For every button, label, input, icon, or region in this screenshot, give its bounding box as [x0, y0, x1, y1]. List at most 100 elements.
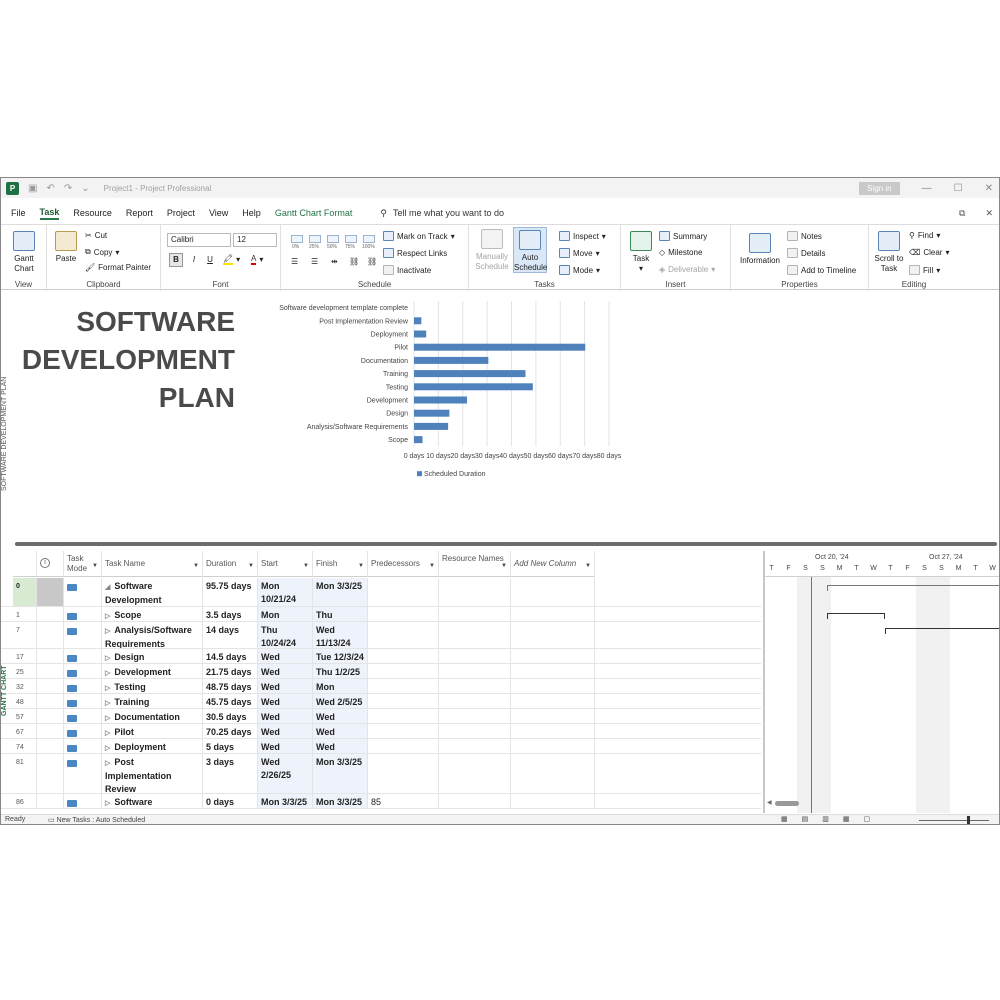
underline-button[interactable]: U: [203, 253, 217, 267]
header-task-name[interactable]: Task Name ▼: [102, 551, 203, 577]
row-id[interactable]: 86: [13, 794, 37, 808]
restore-button[interactable]: ☐: [954, 183, 963, 194]
task-name-cell[interactable]: ▷ Testing: [102, 679, 203, 693]
task-mode-cell[interactable]: [64, 709, 102, 723]
unlink-button[interactable]: ⛓: [367, 257, 377, 266]
expand-icon[interactable]: ▷: [105, 730, 110, 737]
table-row[interactable]: 1 ▷ Scope 3.5 daysMon 10/21/24Thu 10/24/24: [1, 607, 761, 622]
sign-in-button[interactable]: Sign in: [859, 181, 900, 195]
duration-cell[interactable]: 14.5 days: [203, 649, 258, 663]
scope-bar[interactable]: [827, 613, 885, 614]
new-column-cell[interactable]: [511, 694, 595, 708]
task-mode-cell[interactable]: [64, 679, 102, 693]
duration-cell[interactable]: 95.75 days: [203, 578, 258, 606]
duration-cell[interactable]: 3 days: [203, 754, 258, 793]
duration-cell[interactable]: 70.25 days: [203, 724, 258, 738]
expand-icon[interactable]: ▷: [105, 715, 110, 722]
task-name-cell[interactable]: ▷ Documentation: [102, 709, 203, 723]
task-mode-cell[interactable]: [64, 724, 102, 738]
indicator-cell[interactable]: [37, 739, 64, 753]
predecessors-cell[interactable]: [368, 607, 439, 621]
predecessors-cell[interactable]: [368, 694, 439, 708]
predecessors-cell[interactable]: [368, 754, 439, 793]
expand-icon[interactable]: ▷: [105, 613, 110, 620]
new-column-cell[interactable]: [511, 679, 595, 693]
ribbon-close-icon[interactable]: ✕: [985, 208, 993, 219]
task-mode-cell[interactable]: [64, 607, 102, 621]
indicator-cell[interactable]: [37, 754, 64, 793]
resource-names-cell[interactable]: [439, 794, 511, 808]
resource-names-cell[interactable]: [439, 694, 511, 708]
task-name-cell[interactable]: ▷ Software: [102, 794, 203, 808]
tab-help[interactable]: Help: [242, 208, 261, 218]
duration-cell[interactable]: 14 days: [203, 622, 258, 648]
task-mode-cell[interactable]: [64, 739, 102, 753]
table-row[interactable]: 67 ▷ Pilot 70.25 daysWed 11/13/24Wed 2/19/2…: [1, 724, 761, 739]
add-to-timeline-button[interactable]: Add to Timeline: [787, 265, 856, 275]
italic-button[interactable]: I: [187, 253, 201, 267]
find-button[interactable]: ⚲ Find ▾: [909, 231, 940, 240]
table-row[interactable]: 0 ◢ Software Development 95.75 days Mon 10/2…: [1, 578, 761, 607]
share-icon[interactable]: ⧉: [959, 208, 965, 219]
predecessors-cell[interactable]: [368, 739, 439, 753]
indicators-header[interactable]: i: [37, 551, 64, 577]
tab-resource[interactable]: Resource: [73, 208, 112, 218]
indicator-cell[interactable]: [37, 578, 64, 606]
predecessors-cell[interactable]: [368, 724, 439, 738]
pct-100-button[interactable]: [363, 235, 375, 243]
scroll-to-task-button[interactable]: Scroll to Task: [873, 231, 905, 274]
new-column-cell[interactable]: [511, 622, 595, 648]
close-button[interactable]: ✕: [985, 183, 993, 194]
duration-cell[interactable]: 21.75 days: [203, 664, 258, 678]
task-name-cell[interactable]: ▷ Training: [102, 694, 203, 708]
predecessors-cell[interactable]: [368, 709, 439, 723]
finish-cell[interactable]: Thu 10/24/24: [313, 607, 368, 621]
expand-icon[interactable]: ▷: [105, 628, 110, 635]
row-id[interactable]: 57: [13, 709, 37, 723]
select-all-header[interactable]: [13, 551, 37, 577]
header-resource-names[interactable]: Resource Names ▼: [439, 551, 511, 577]
new-column-cell[interactable]: [511, 739, 595, 753]
qat-more-icon[interactable]: ⌄: [81, 183, 89, 194]
new-tasks-mode[interactable]: ▭ New Tasks : Auto Scheduled: [48, 816, 145, 824]
respect-links-button[interactable]: Respect Links: [383, 248, 447, 258]
table-row[interactable]: 74 ▷ Deployment 5 daysWed 2/19/25Wed 2/26/2…: [1, 739, 761, 754]
expand-icon[interactable]: ▷: [105, 700, 110, 707]
expand-icon[interactable]: ▷: [105, 685, 110, 692]
highlight-color-button[interactable]: 🖍 ▾: [223, 254, 240, 265]
start-cell[interactable]: Wed 2/19/25: [258, 739, 313, 753]
predecessors-cell[interactable]: [368, 622, 439, 648]
font-color-button[interactable]: A ▾: [251, 254, 263, 265]
table-row[interactable]: 7 ▷ Analysis/Software Requirements 14 days T…: [1, 622, 761, 649]
finish-cell[interactable]: Wed 2/5/25: [313, 694, 368, 708]
table-row[interactable]: 86 ▷ Software 0 days Mon 3/3/25 Mon 3/3/25 85: [1, 794, 761, 809]
gantt-chart-button[interactable]: Gantt Chart: [7, 231, 41, 274]
task-mode-cell[interactable]: [64, 649, 102, 663]
indicator-cell[interactable]: [37, 724, 64, 738]
duration-cell[interactable]: 5 days: [203, 739, 258, 753]
summary-button[interactable]: Summary: [659, 231, 707, 241]
table-row[interactable]: 81 ▷ Post Implementation Review 3 days Wed 2…: [1, 754, 761, 794]
finish-cell[interactable]: Tue 12/3/24: [313, 649, 368, 663]
row-id[interactable]: 74: [13, 739, 37, 753]
table-row[interactable]: 48 ▷ Training 45.75 daysWed 12/4/24Wed 2/5/…: [1, 694, 761, 709]
finish-cell[interactable]: Wed 11/13/24: [313, 622, 368, 648]
expand-icon[interactable]: ▷: [105, 800, 110, 807]
notes-button[interactable]: Notes: [787, 231, 822, 241]
row-id[interactable]: 25: [13, 664, 37, 678]
zoom-slider-thumb[interactable]: [967, 816, 970, 824]
row-id[interactable]: 32: [13, 679, 37, 693]
finish-cell[interactable]: Thu 1/2/25: [313, 664, 368, 678]
clear-button[interactable]: ⌫ Clear ▾: [909, 248, 949, 257]
table-row[interactable]: 25 ▷ Development 21.75 daysWed 12/4/24Thu 1…: [1, 664, 761, 679]
summary-bar[interactable]: [827, 585, 999, 586]
new-column-cell[interactable]: [511, 664, 595, 678]
start-cell[interactable]: Wed 12/4/24: [258, 679, 313, 693]
predecessors-cell[interactable]: [368, 649, 439, 663]
finish-cell[interactable]: Mon 3/3/25: [313, 794, 368, 808]
task-name-cell[interactable]: ▷ Pilot: [102, 724, 203, 738]
gantt-timescale[interactable]: Oct 20, '24 Oct 27, '24 T F S S M T W T F S S M T W ◀: [763, 551, 999, 813]
resource-names-cell[interactable]: [439, 578, 511, 606]
header-duration[interactable]: Duration ▼: [203, 551, 258, 577]
header-predecessors[interactable]: Predecessors ▼: [368, 551, 439, 577]
